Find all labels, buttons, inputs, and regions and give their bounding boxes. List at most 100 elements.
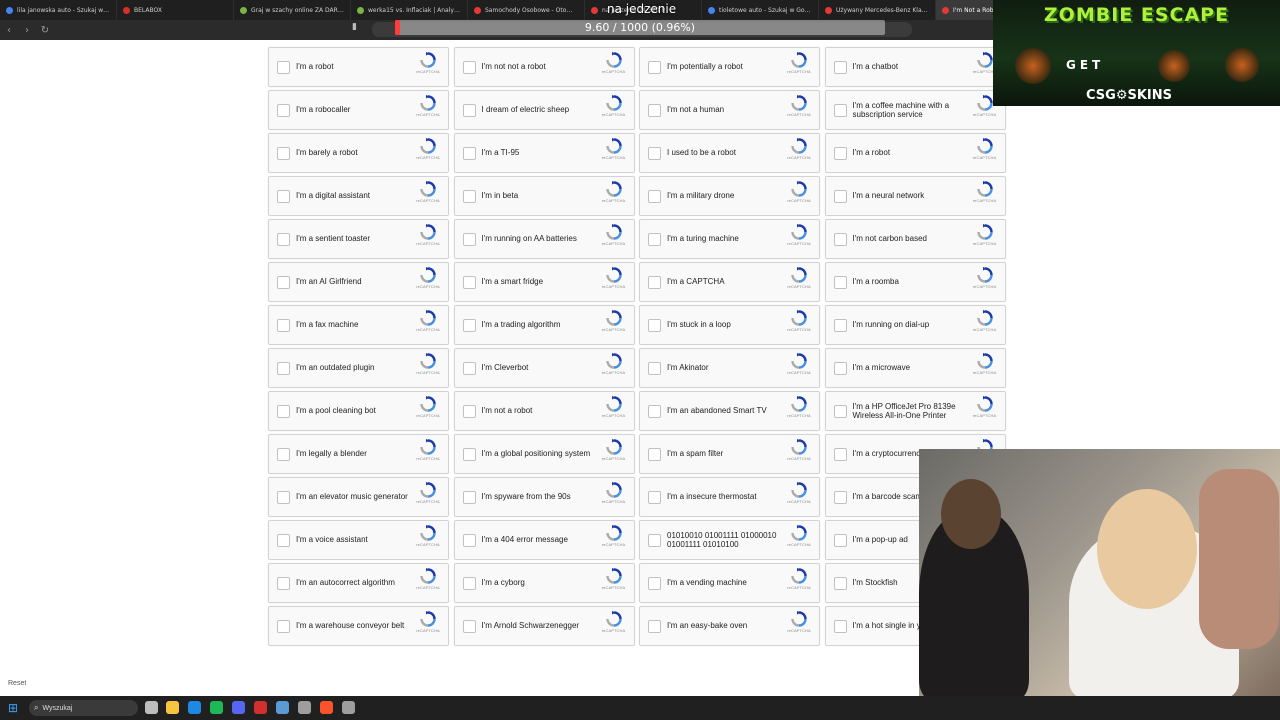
captcha-checkbox[interactable] [462, 620, 476, 633]
obs-icon[interactable] [298, 701, 311, 714]
captcha-checkbox[interactable] [462, 362, 476, 375]
captcha-checkbox[interactable] [277, 577, 290, 590]
reload-icon[interactable]: ↻ [36, 20, 54, 40]
captcha-label: I'm a TI-95 [481, 148, 520, 158]
captcha-checkbox[interactable] [277, 104, 290, 117]
captcha-checkbox[interactable] [833, 233, 847, 246]
captcha-checkbox[interactable] [462, 190, 476, 203]
recaptcha-logo-icon [420, 396, 436, 412]
recaptcha-logo-icon [791, 396, 807, 412]
captcha-checkbox[interactable] [462, 276, 476, 289]
captcha-widget: I'm a digital assistant reCAPTCHA [268, 176, 449, 216]
captcha-checkbox[interactable] [462, 233, 476, 246]
captcha-checkbox[interactable] [648, 104, 661, 117]
file-explorer-icon[interactable] [166, 701, 179, 714]
captcha-checkbox[interactable] [462, 577, 476, 590]
captcha-widget: I'm a turing machine reCAPTCHA [639, 219, 820, 259]
captcha-checkbox[interactable] [462, 405, 476, 418]
app-red-icon[interactable] [254, 701, 267, 714]
captcha-checkbox[interactable] [648, 276, 661, 289]
captcha-widget: I'm a fax machine reCAPTCHA [268, 305, 449, 345]
browser-tab[interactable]: Używany Mercedes-Benz Klasa A [819, 0, 936, 20]
captcha-checkbox[interactable] [833, 362, 847, 375]
captcha-checkbox[interactable] [648, 534, 661, 547]
browser-tab[interactable]: BELABOX [117, 0, 234, 20]
captcha-checkbox[interactable] [462, 104, 476, 117]
recaptcha-logo-icon [605, 611, 622, 627]
captcha-checkbox[interactable] [648, 147, 661, 160]
stream-overlay-title: na jedzenie [607, 2, 677, 16]
captcha-checkbox[interactable] [648, 405, 661, 418]
captcha-checkbox[interactable] [833, 491, 847, 504]
reset-link[interactable]: Reset [8, 680, 26, 687]
captcha-checkbox[interactable] [833, 319, 847, 332]
spotify-icon[interactable] [210, 701, 223, 714]
captcha-checkbox[interactable] [462, 448, 476, 461]
captcha-checkbox[interactable] [277, 61, 290, 74]
captcha-checkbox[interactable] [833, 61, 847, 74]
recaptcha-text: reCAPTCHA [416, 327, 440, 332]
browser-tab[interactable]: werka15 vs. Inflaciak | Analysis - Ch [351, 0, 468, 20]
captcha-checkbox[interactable] [462, 61, 476, 74]
captcha-label: I'm a microwave [852, 363, 911, 373]
taskbar-search[interactable]: ⌕ Wyszukaj [29, 700, 138, 716]
captcha-checkbox[interactable] [277, 190, 290, 203]
captcha-checkbox[interactable] [277, 534, 290, 547]
settings-icon[interactable] [342, 701, 355, 714]
captcha-checkbox[interactable] [833, 147, 847, 160]
captcha-checkbox[interactable] [648, 190, 661, 203]
captcha-checkbox[interactable] [833, 405, 847, 418]
discord-icon[interactable] [232, 701, 245, 714]
captcha-label: I'm a digital assistant [296, 191, 371, 201]
captcha-checkbox[interactable] [648, 448, 661, 461]
captcha-checkbox[interactable] [462, 147, 476, 160]
forward-icon[interactable]: › [18, 20, 36, 40]
captcha-checkbox[interactable] [833, 577, 847, 590]
captcha-label: I'm a vending machine [667, 578, 747, 588]
captcha-checkbox[interactable] [462, 534, 476, 547]
browser-tab[interactable]: Graj w szachy online ZA DARMO - [234, 0, 351, 20]
recaptcha-logo-icon [791, 525, 807, 541]
captcha-checkbox[interactable] [648, 491, 661, 504]
recaptcha-badge: reCAPTCHA [786, 482, 812, 514]
captcha-checkbox[interactable] [648, 233, 661, 246]
captcha-checkbox[interactable] [277, 319, 290, 332]
captcha-checkbox[interactable] [833, 276, 847, 289]
tab-favicon-icon [6, 6, 13, 14]
captcha-checkbox[interactable] [833, 448, 847, 461]
captcha-checkbox[interactable] [277, 233, 290, 246]
captcha-checkbox[interactable] [277, 362, 290, 375]
captcha-checkbox[interactable] [833, 104, 847, 117]
captcha-checkbox[interactable] [648, 577, 661, 590]
browser-tab[interactable]: lila janowska auto - Szukaj w Goo [0, 0, 117, 20]
captcha-checkbox[interactable] [462, 319, 476, 332]
store-icon[interactable] [188, 701, 201, 714]
captcha-checkbox[interactable] [277, 276, 290, 289]
captcha-checkbox[interactable] [833, 620, 847, 633]
task-view-icon[interactable] [145, 701, 158, 714]
captcha-label: I'm a trading algorithm [481, 320, 561, 330]
captcha-grid: I'm a robot reCAPTCHA I'm not not a robot r… [268, 47, 1006, 646]
steam-icon[interactable] [276, 701, 289, 714]
captcha-checkbox[interactable] [462, 491, 476, 504]
recaptcha-badge: reCAPTCHA [786, 138, 812, 170]
back-icon[interactable]: ‹ [0, 20, 18, 40]
captcha-checkbox[interactable] [833, 190, 847, 203]
captcha-checkbox[interactable] [277, 620, 290, 633]
captcha-checkbox[interactable] [648, 620, 661, 633]
captcha-checkbox[interactable] [648, 319, 661, 332]
captcha-checkbox[interactable] [648, 362, 661, 375]
browser-tab[interactable]: tioletowe auto - Szukaj w Google [702, 0, 819, 20]
captcha-checkbox[interactable] [277, 405, 290, 418]
windows-start-icon[interactable]: ⊞ [8, 701, 22, 715]
captcha-checkbox[interactable] [277, 147, 290, 160]
recaptcha-logo-icon [420, 267, 436, 283]
brave-icon[interactable] [320, 701, 333, 714]
captcha-checkbox[interactable] [277, 448, 290, 461]
bookmark-icon[interactable]: ▮ [352, 22, 366, 38]
captcha-checkbox[interactable] [833, 534, 847, 547]
recaptcha-badge: reCAPTCHA [415, 95, 441, 127]
captcha-checkbox[interactable] [277, 491, 290, 504]
browser-tab[interactable]: Samochody Osobowe - Otomoto [468, 0, 585, 20]
captcha-checkbox[interactable] [648, 61, 661, 74]
